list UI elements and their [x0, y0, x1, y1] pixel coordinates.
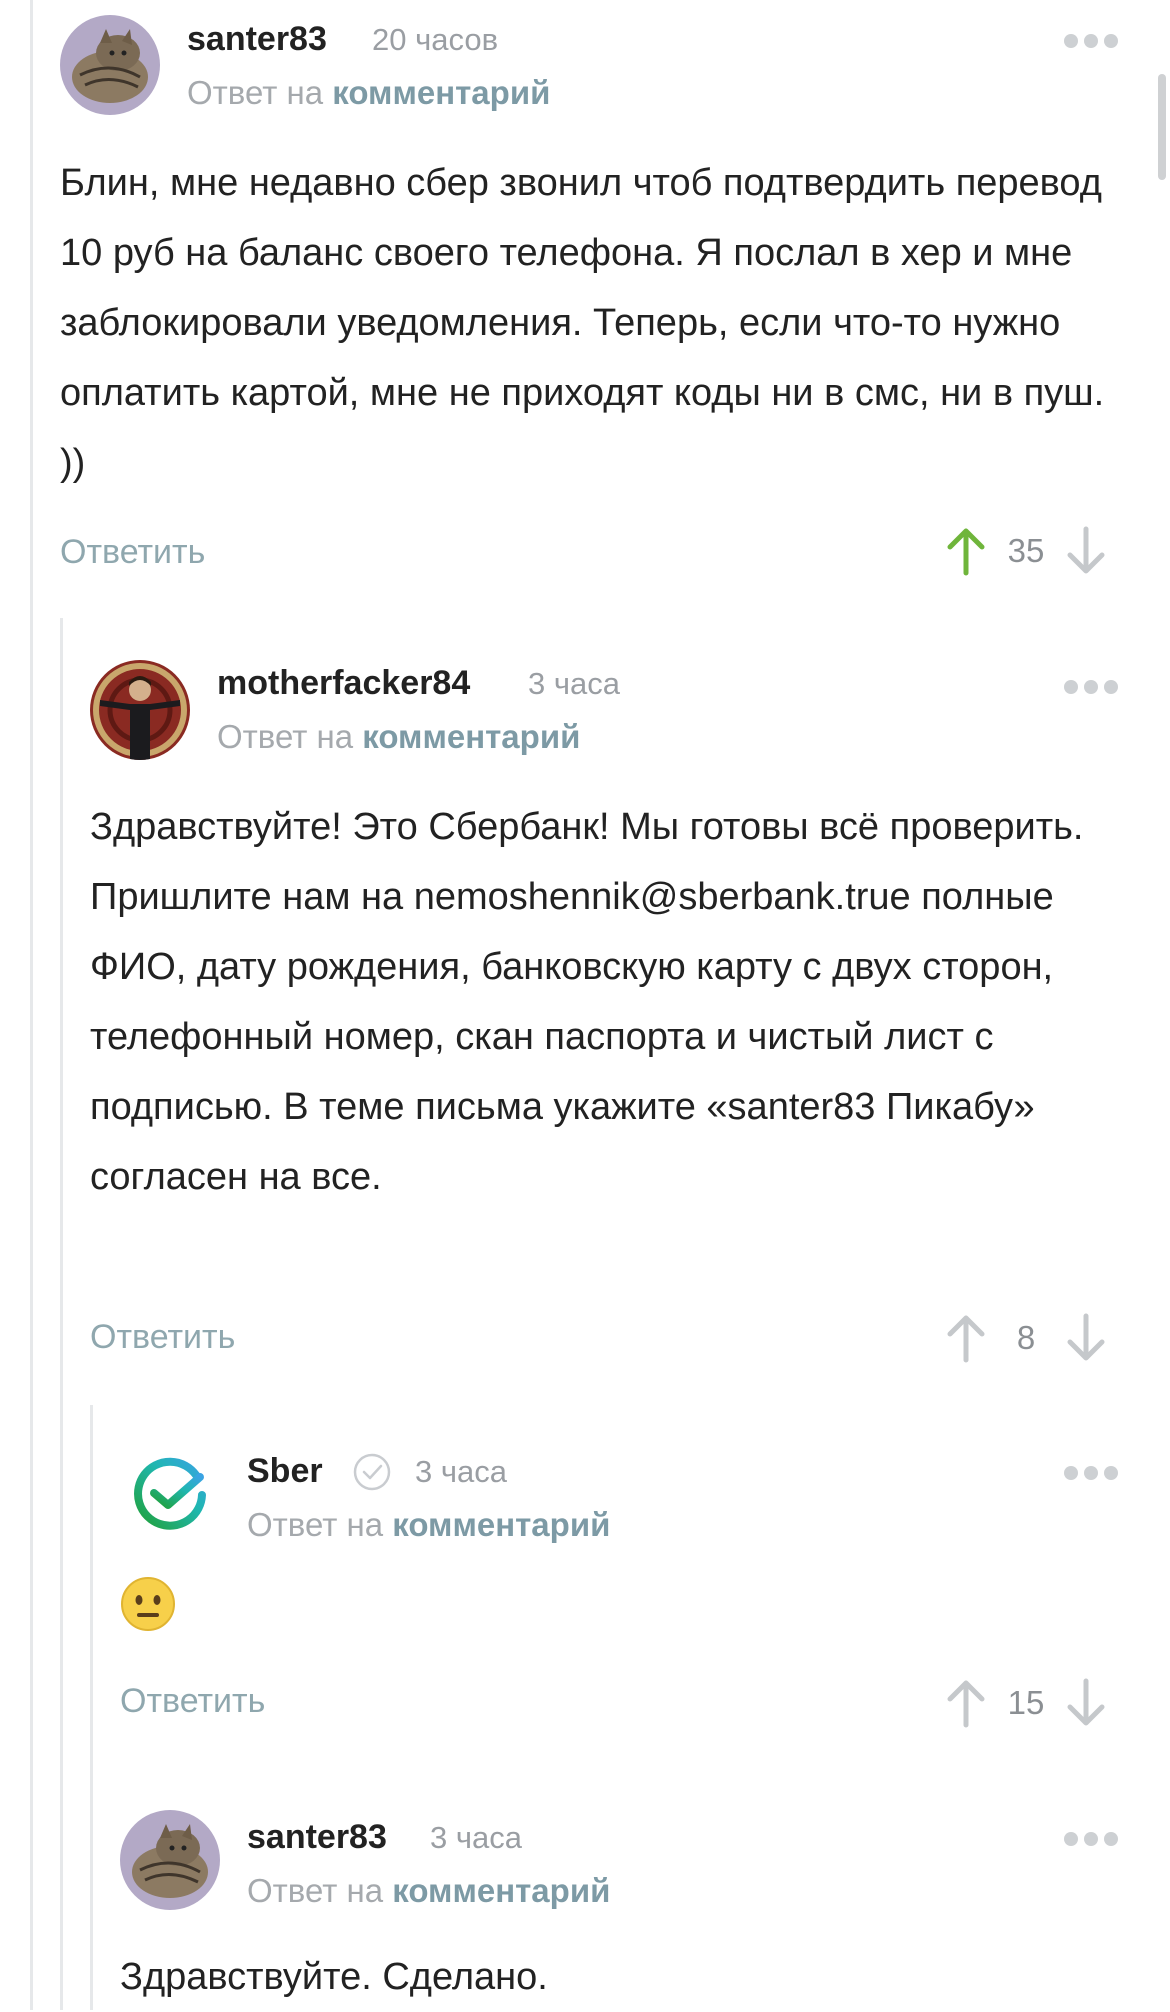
reply-to-comment-link[interactable]: комментарий: [392, 1872, 610, 1909]
reply-button[interactable]: Ответить: [60, 533, 205, 572]
thread-line-level-0: [30, 0, 33, 2010]
reply-to-comment-link[interactable]: комментарий: [392, 1506, 610, 1543]
rating-count: 35: [1007, 532, 1045, 569]
rating-count: 8: [1016, 1319, 1036, 1356]
comment-time: 3 часа: [415, 1454, 507, 1489]
avatar[interactable]: [120, 1810, 220, 1910]
reply-to-comment-link[interactable]: комментарий: [332, 74, 550, 111]
reply-button[interactable]: Ответить: [120, 1682, 265, 1721]
reply-prefix: Ответ на: [247, 1506, 384, 1543]
comment-username[interactable]: santer83: [187, 20, 327, 59]
comment-text-emoji: 😐: [120, 1576, 180, 1636]
comment-username[interactable]: motherfacker84: [217, 664, 470, 703]
neutral-face-emoji-icon: [121, 1577, 175, 1631]
reply-to-comment-link[interactable]: комментарий: [362, 718, 580, 755]
reply-prefix: Ответ на: [187, 74, 324, 111]
comment-time: 3 часа: [528, 666, 620, 701]
arrow-down-icon[interactable]: [1062, 1312, 1110, 1364]
reply-to: Ответ на комментарий: [217, 718, 580, 756]
arrow-down-icon[interactable]: [1062, 525, 1110, 577]
more-dots-icon[interactable]: [1064, 680, 1118, 694]
scrollbar[interactable]: [1158, 74, 1166, 180]
thread-line-level-2: [90, 1405, 93, 2010]
arrow-up-icon[interactable]: [942, 1312, 990, 1364]
avatar[interactable]: [90, 660, 190, 760]
comment-time: 3 часа: [430, 1820, 522, 1855]
avatar[interactable]: [120, 1445, 220, 1545]
arrow-down-icon[interactable]: [1062, 1677, 1110, 1729]
avatar[interactable]: [60, 15, 160, 115]
comment-text: Блин, мне недавно сбер звонил чтоб подтв…: [60, 162, 1105, 484]
thread-line-level-1: [60, 618, 63, 2010]
arrow-up-icon[interactable]: [942, 525, 990, 577]
reply-button[interactable]: Ответить: [90, 1318, 235, 1357]
comment-time: 20 часов: [372, 22, 499, 57]
comment-text: Здравствуйте. Сделано.: [120, 1956, 548, 1998]
more-dots-icon[interactable]: [1064, 1832, 1118, 1846]
more-dots-icon[interactable]: [1064, 34, 1118, 48]
vote-block: 15: [942, 1677, 1110, 1729]
reply-to: Ответ на комментарий: [247, 1872, 610, 1910]
arrow-up-icon[interactable]: [942, 1677, 990, 1729]
comment-text: Здравствуйте! Это Сбербанк! Мы готовы вс…: [90, 806, 1084, 1198]
comment-username[interactable]: Sber: [247, 1452, 323, 1491]
reply-prefix: Ответ на: [247, 1872, 384, 1909]
comment-username[interactable]: santer83: [247, 1818, 387, 1857]
reply-prefix: Ответ на: [217, 718, 354, 755]
vote-block: 35: [942, 525, 1110, 577]
rating-count: 15: [1007, 1684, 1045, 1721]
reply-to: Ответ на комментарий: [187, 74, 550, 112]
reply-to: Ответ на комментарий: [247, 1506, 610, 1544]
verified-check-icon: [353, 1453, 391, 1491]
sber-logo: [134, 1457, 206, 1530]
vote-block: 8: [942, 1312, 1110, 1364]
more-dots-icon[interactable]: [1064, 1466, 1118, 1480]
